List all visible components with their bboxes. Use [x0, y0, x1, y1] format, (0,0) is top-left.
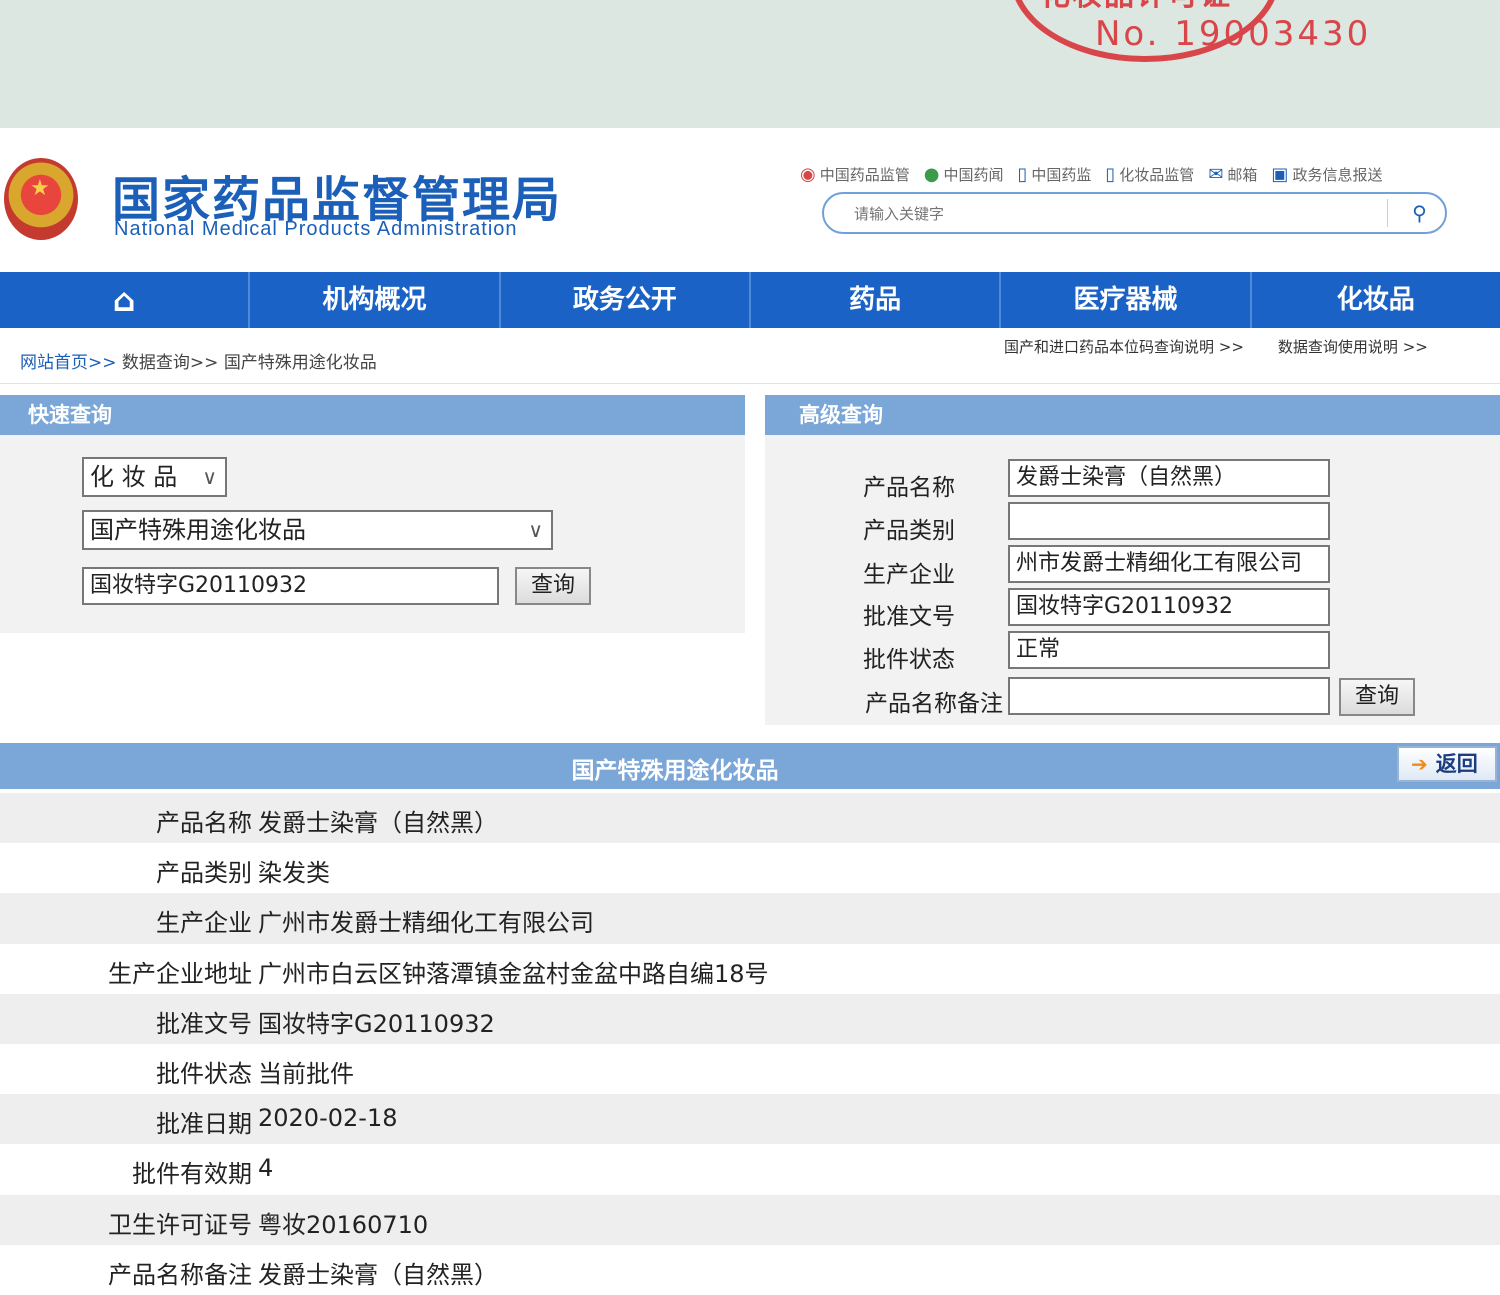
row-value: 2020-02-18: [258, 1104, 398, 1133]
phone-icon: ▯: [1105, 164, 1116, 185]
row-value: 4: [258, 1154, 274, 1183]
social-weibo[interactable]: ◉ 中国药品监管: [800, 164, 910, 185]
social-app-1[interactable]: ▯ 中国药监: [1017, 164, 1091, 185]
result-header: 国产特殊用途化妆品 ➔ 返回: [0, 743, 1500, 789]
label-approval-number: 批准文号: [863, 604, 955, 630]
search-input[interactable]: [854, 202, 1394, 226]
back-button[interactable]: ➔ 返回: [1397, 746, 1497, 782]
site-subtitle: National Medical Products Administration: [114, 218, 518, 240]
chevron-down-icon: ∨: [202, 465, 217, 489]
breadcrumb: 网站首页>> 数据查询>> 国产特殊用途化妆品: [20, 348, 377, 373]
table-row: 产品名称 发爵士染膏（自然黑）: [0, 793, 1500, 844]
search-icon[interactable]: ⚲: [1387, 199, 1431, 227]
label-product-name: 产品名称: [863, 475, 955, 501]
nav-cosmetics[interactable]: 化妆品: [1252, 272, 1500, 328]
table-row: 产品名称备注 发爵士染膏（自然黑）: [0, 1245, 1500, 1295]
row-label: 产品名称备注: [108, 1260, 252, 1289]
table-row: 批件状态 当前批件: [0, 1044, 1500, 1094]
label-product-remark: 产品名称备注: [865, 691, 1003, 717]
result-table: 产品名称 发爵士染膏（自然黑） 产品类别 染发类 生产企业 广州市发爵士精细化工…: [0, 793, 1500, 1295]
nav-drugs[interactable]: 药品: [751, 272, 1002, 328]
chevron-down-icon: ∨: [528, 518, 543, 542]
row-value: 广州市发爵士精细化工有限公司: [258, 909, 594, 938]
product-remark-field[interactable]: [1008, 677, 1330, 715]
label-product-category: 产品类别: [863, 518, 955, 544]
arrow-right-icon: ➔: [1411, 752, 1428, 776]
product-name-field[interactable]: 发爵士染膏（自然黑）: [1008, 459, 1330, 497]
row-label: 批准文号: [156, 1009, 252, 1038]
nav-government-affairs[interactable]: 政务公开: [501, 272, 751, 328]
advanced-search-title: 高级查询: [765, 395, 1500, 435]
help-links: 国产和进口药品本位码查询说明 >> 数据查询使用说明 >>: [1004, 336, 1428, 357]
help-link-usage[interactable]: 数据查询使用说明 >>: [1278, 336, 1428, 357]
label-manufacturer: 生产企业: [863, 562, 955, 588]
social-report[interactable]: ▣ 政务信息报送: [1271, 164, 1382, 185]
help-link-code[interactable]: 国产和进口药品本位码查询说明 >>: [1004, 336, 1244, 357]
row-label: 批件状态: [156, 1059, 252, 1088]
table-row: 产品类别 染发类: [0, 843, 1500, 893]
social-links: ◉ 中国药品监管 ● 中国药闻 ▯ 中国药监 ▯ 化妆品监管 ✉ 邮箱 ▣ 政务…: [800, 164, 1382, 185]
breadcrumb-row: 网站首页>> 数据查询>> 国产特殊用途化妆品 国产和进口药品本位码查询说明 >…: [0, 328, 1500, 384]
stamp-text: 化妆品许可证: [1040, 0, 1232, 14]
row-label: 生产企业地址: [108, 959, 252, 988]
main-nav: ⌂ 机构概况 政务公开 药品 医疗器械 化妆品: [0, 272, 1500, 328]
row-value: 当前批件: [258, 1059, 354, 1088]
row-value: 染发类: [258, 859, 330, 888]
weibo-icon: ◉: [800, 164, 816, 185]
row-value: 粤妆20160710: [258, 1210, 429, 1239]
result-title: 国产特殊用途化妆品: [571, 758, 779, 784]
phone-icon: ▯: [1017, 164, 1028, 185]
row-label: 卫生许可证号: [108, 1210, 252, 1239]
nav-home[interactable]: ⌂: [0, 272, 251, 328]
row-label: 生产企业: [156, 909, 252, 938]
row-value: 发爵士染膏（自然黑）: [258, 1260, 498, 1289]
table-row: 批准日期 2020-02-18: [0, 1094, 1500, 1145]
approval-number-field[interactable]: 国妆特字G20110932: [1008, 588, 1330, 626]
quick-search-title: 快速查询: [0, 395, 745, 435]
advanced-search-panel: 高级查询 产品名称 发爵士染膏（自然黑） 产品类别 生产企业 州市发爵士精细化工…: [765, 395, 1500, 725]
home-icon: ⌂: [112, 281, 136, 319]
mail-icon: ✉: [1208, 164, 1224, 185]
manufacturer-field[interactable]: 州市发爵士精细化工有限公司: [1008, 545, 1330, 583]
wechat-icon: ●: [923, 164, 940, 185]
site-header: ★ 国家药品监督管理局 National Medical Products Ad…: [0, 128, 1500, 272]
category-select[interactable]: 化 妆 品 ∨: [82, 457, 227, 497]
subcategory-select[interactable]: 国产特殊用途化妆品 ∨: [82, 510, 553, 550]
row-label: 批准日期: [156, 1110, 252, 1139]
table-row: 生产企业 广州市发爵士精细化工有限公司: [0, 893, 1500, 944]
table-row: 批准文号 国妆特字G20110932: [0, 993, 1500, 1044]
breadcrumb-data-query[interactable]: 数据查询>>: [122, 353, 219, 373]
quick-search-button[interactable]: 查询: [515, 567, 591, 605]
product-category-field[interactable]: [1008, 502, 1330, 540]
social-app-2[interactable]: ▯ 化妆品监管: [1105, 164, 1194, 185]
stamp-number: No. 19003430: [1095, 14, 1372, 54]
breadcrumb-home[interactable]: 网站首页>>: [20, 353, 117, 373]
site-search: ⚲: [822, 192, 1447, 234]
nav-medical-devices[interactable]: 医疗器械: [1001, 272, 1252, 328]
social-wechat[interactable]: ● 中国药闻: [924, 164, 1004, 185]
row-value: 发爵士染膏（自然黑）: [258, 809, 498, 837]
approval-status-field[interactable]: 正常: [1008, 631, 1330, 669]
breadcrumb-current[interactable]: 国产特殊用途化妆品: [224, 353, 377, 373]
table-row: 批件有效期 4: [0, 1144, 1500, 1194]
quick-search-panel: 快速查询 化 妆 品 ∨ 国产特殊用途化妆品 ∨ 国妆特字G20110932 查…: [0, 395, 745, 633]
top-banner: 化妆品许可证 No. 19003430: [0, 0, 1500, 128]
row-label: 产品类别: [156, 859, 252, 888]
keyword-input[interactable]: 国妆特字G20110932: [82, 567, 499, 605]
label-approval-status: 批件状态: [863, 647, 955, 673]
row-value: 国妆特字G20110932: [258, 1009, 495, 1038]
row-label: 产品名称: [156, 809, 252, 837]
table-row: 卫生许可证号 粤妆20160710: [0, 1194, 1500, 1245]
emblem-star-icon: ★: [30, 176, 50, 201]
table-row: 生产企业地址 广州市白云区钟落潭镇金盆村金盆中路自编18号: [0, 944, 1500, 994]
monitor-icon: ▣: [1271, 164, 1289, 185]
social-mail[interactable]: ✉ 邮箱: [1208, 164, 1257, 185]
row-value: 广州市白云区钟落潭镇金盆村金盆中路自编18号: [258, 959, 769, 988]
nav-about[interactable]: 机构概况: [250, 272, 501, 328]
row-label: 批件有效期: [132, 1160, 252, 1189]
advanced-search-button[interactable]: 查询: [1339, 678, 1415, 716]
